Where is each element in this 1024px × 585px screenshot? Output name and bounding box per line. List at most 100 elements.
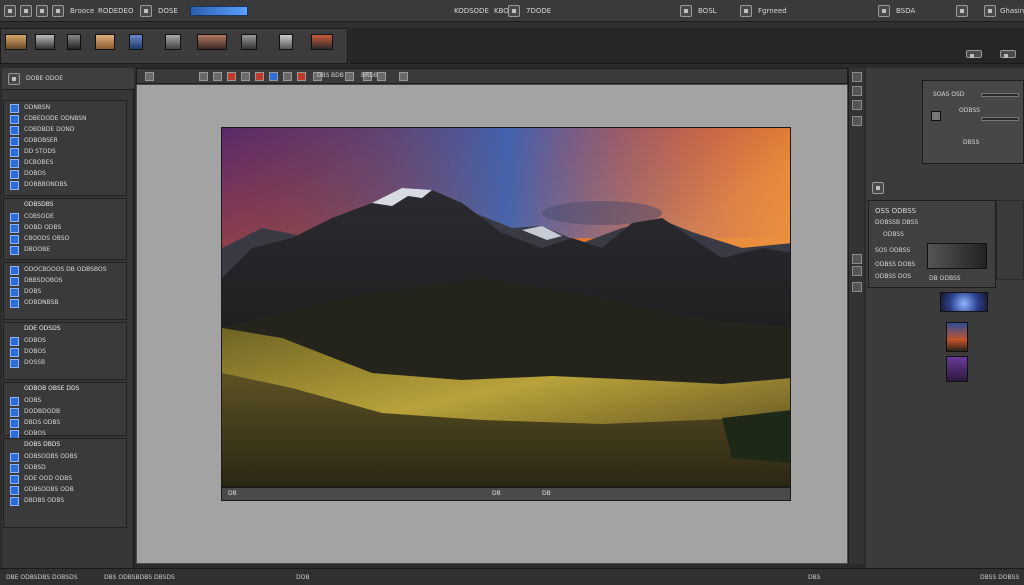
left-panel-item[interactable]: COBDBDE DOND — [4, 125, 132, 136]
menu-item-7[interactable]: BSDA — [896, 5, 915, 17]
layers-icon[interactable] — [508, 5, 520, 17]
save-icon[interactable] — [36, 5, 48, 17]
tool-column-icon[interactable] — [852, 254, 862, 264]
filmstrip-thumb[interactable] — [279, 34, 293, 50]
maximize-icon[interactable] — [984, 5, 996, 17]
left-panel-item[interactable]: DBBSDOBOS — [4, 276, 132, 287]
eyedropper-tool-icon[interactable] — [345, 72, 354, 81]
help-icon[interactable] — [740, 5, 752, 17]
preview-thumbnail[interactable] — [940, 292, 988, 312]
navigator-slider[interactable] — [981, 93, 1019, 97]
left-panel-item-label: OOBD ODBS — [24, 224, 62, 231]
tool-option-label: DBS — [317, 72, 330, 79]
tool-column-icon[interactable] — [852, 100, 862, 110]
left-panel-item[interactable]: ODBS — [4, 396, 132, 407]
text-tool-icon[interactable] — [283, 72, 292, 81]
left-panel-item[interactable]: CDBEDODE ODNBSN — [4, 114, 132, 125]
left-panel-item[interactable]: OOBD ODBS — [4, 223, 132, 234]
filmstrip-thumb[interactable] — [311, 34, 333, 50]
fill-tool-icon[interactable] — [269, 72, 278, 81]
panel-toggle-icon[interactable] — [966, 50, 982, 58]
grid-icon[interactable] — [140, 5, 152, 17]
left-panel-item[interactable]: DOBOS — [4, 169, 132, 180]
menu-item-4[interactable]: 7DODE — [526, 5, 551, 17]
filmstrip-thumb[interactable] — [241, 34, 257, 50]
properties-preview[interactable] — [927, 243, 987, 269]
menu-item-6[interactable]: Fgrneed — [758, 5, 787, 17]
brush-tool-icon[interactable] — [227, 72, 236, 81]
heal-tool-icon[interactable] — [255, 72, 264, 81]
left-panel-item[interactable]: DBDS ODBS — [4, 418, 132, 429]
crop-tool-icon[interactable] — [241, 72, 250, 81]
marquee-tool-icon[interactable] — [199, 72, 208, 81]
rotate-tool-icon[interactable] — [377, 72, 386, 81]
layer-icon — [10, 475, 19, 484]
layer-icon — [10, 277, 19, 286]
preview-thumbnail[interactable] — [946, 322, 968, 352]
filmstrip-thumb[interactable] — [5, 34, 27, 50]
menu-item-5[interactable]: BOSL — [698, 5, 717, 17]
filmstrip-thumb[interactable] — [129, 34, 143, 50]
left-panel-item-label: DBDBS ODBS — [24, 497, 65, 504]
panel-menu-icon[interactable] — [8, 73, 20, 85]
menu-item-3[interactable]: DOSE — [158, 5, 178, 17]
left-panel-section-title: ODBOB OBSE DDS — [24, 385, 80, 392]
preview-thumbnail[interactable] — [946, 356, 968, 382]
filmstrip-thumb[interactable] — [67, 34, 81, 50]
panel-collapse-icon[interactable] — [1000, 50, 1016, 58]
menu-item-8[interactable]: Ghasinerio — [1000, 5, 1024, 17]
left-panel-item[interactable]: ODBSODBS ODB — [4, 485, 132, 496]
app-icon[interactable] — [4, 5, 16, 17]
filmstrip-thumb[interactable] — [35, 34, 55, 50]
tool-column-icon[interactable] — [852, 86, 862, 96]
move-tool-icon[interactable] — [145, 72, 154, 81]
file-icon[interactable] — [20, 5, 32, 17]
left-panel-item[interactable]: COBSODE — [4, 212, 132, 223]
tool-column-icon[interactable] — [852, 116, 862, 126]
left-panel-item[interactable]: ODBOBSER — [4, 136, 132, 147]
window-icon[interactable] — [680, 5, 692, 17]
filmstrip-thumb[interactable] — [165, 34, 181, 50]
pen-tool-icon[interactable] — [399, 72, 408, 81]
menu-item-2[interactable]: RODEDEO — [98, 5, 134, 17]
left-panel-item[interactable]: ODBDNBSB — [4, 298, 132, 309]
left-panel-item[interactable]: ODBOS — [4, 336, 132, 347]
tool-column-icon[interactable] — [852, 282, 862, 292]
left-panel-item[interactable]: ODBSD — [4, 463, 132, 474]
left-panel-item[interactable]: DBDBS ODBS — [4, 496, 132, 507]
tool-column-icon[interactable] — [852, 266, 862, 276]
eraser-tool-icon[interactable] — [297, 72, 306, 81]
menu-item-1[interactable]: Brooce — [70, 5, 94, 17]
left-panel-item[interactable]: CBOODS OBSO — [4, 234, 132, 245]
left-panel-item[interactable]: DBOOBE — [4, 245, 132, 256]
left-panel-item[interactable]: ODOCBOOOS DB ODBSBOS — [4, 265, 132, 276]
canvas-image[interactable] — [221, 127, 791, 487]
left-panel-item[interactable]: DDE OOD ODBS — [4, 474, 132, 485]
filmstrip-thumb[interactable] — [197, 34, 227, 50]
left-panel-item[interactable]: DOBS — [4, 287, 132, 298]
lasso-tool-icon[interactable] — [213, 72, 222, 81]
status-bar: DBE ODBSDBS DOBSDS DBS ODBSBDBS DBSDS DO… — [0, 568, 1024, 585]
navigator-slider[interactable] — [981, 117, 1019, 121]
layer-icon — [10, 148, 19, 157]
left-panel-item[interactable]: DOBBBONDBS — [4, 180, 132, 191]
properties-row: ODBSS DOBS — [875, 261, 916, 268]
panel-expand-icon[interactable] — [872, 182, 884, 194]
filmstrip-thumb[interactable] — [95, 34, 115, 50]
undo-icon[interactable] — [52, 5, 64, 17]
zoom-slider[interactable] — [190, 6, 248, 16]
navigator-value: ODBSS — [959, 107, 980, 114]
left-panel-item[interactable]: DCBOBES — [4, 158, 132, 169]
navigator-icon[interactable] — [931, 111, 941, 121]
minimize-icon[interactable] — [956, 5, 968, 17]
left-panel-item[interactable]: DD STODS — [4, 147, 132, 158]
settings-icon[interactable] — [878, 5, 890, 17]
left-panel-item[interactable]: DODBDODB — [4, 407, 132, 418]
left-panel-item[interactable]: ODBSODBS ODBS — [4, 452, 132, 463]
layer-icon — [10, 497, 19, 506]
left-panel-item[interactable]: DOBOS — [4, 347, 132, 358]
left-panel-item[interactable]: DOSSB — [4, 358, 132, 369]
left-panel-item[interactable]: ODNBSN — [4, 103, 132, 114]
tool-column-icon[interactable] — [852, 72, 862, 82]
status-text: DBE ODBSDBS DOBSDS — [6, 574, 78, 581]
